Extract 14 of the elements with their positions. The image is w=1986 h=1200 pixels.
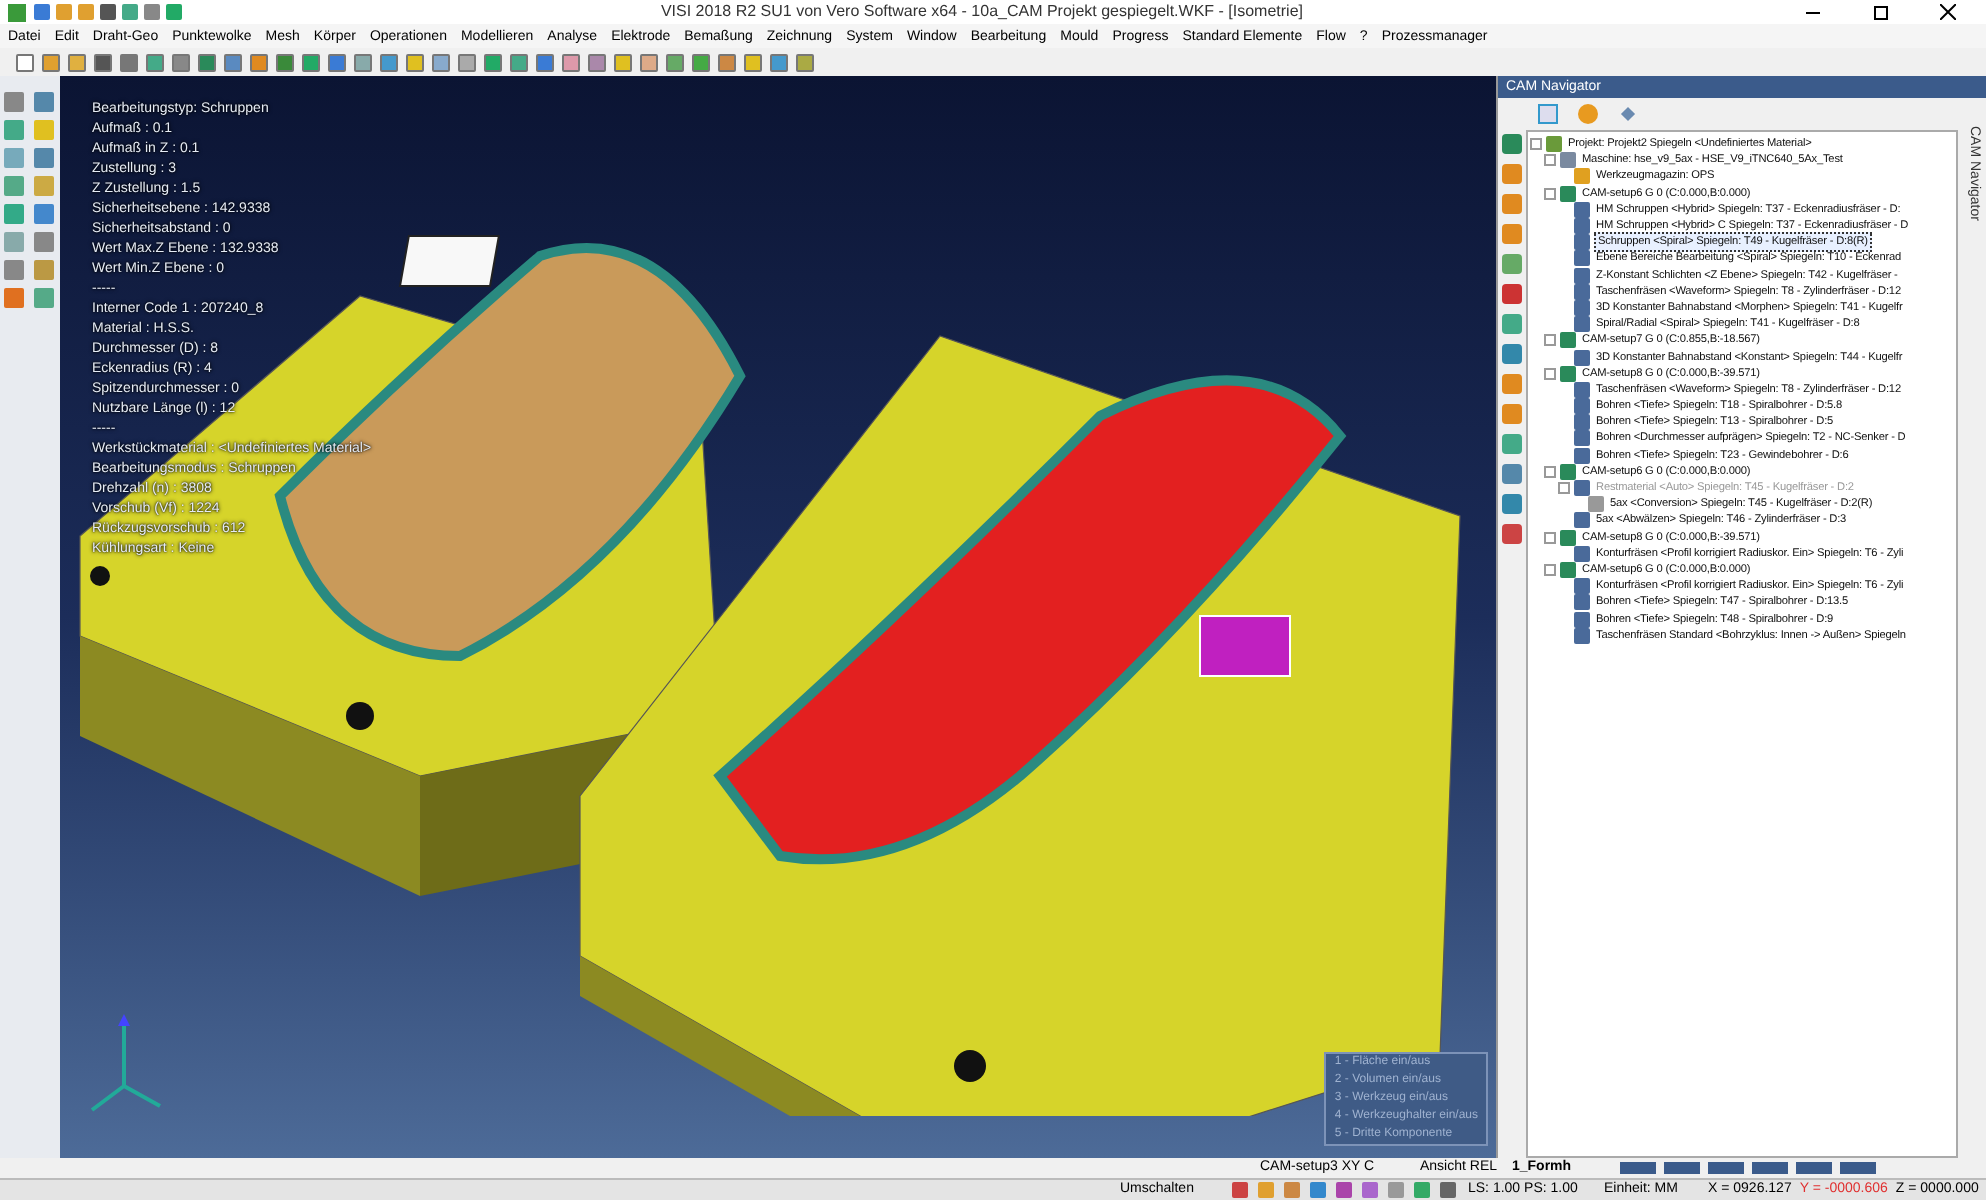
gear-tab-icon[interactable] <box>1578 104 1598 124</box>
expander-icon[interactable] <box>1544 367 1556 380</box>
expander-icon[interactable] <box>1544 154 1556 167</box>
expander-icon[interactable] <box>1544 187 1556 200</box>
cube-tab-icon[interactable] <box>1538 104 1558 124</box>
expander-icon[interactable] <box>1530 138 1542 151</box>
expander-icon[interactable] <box>1544 531 1556 544</box>
app-logo-icon <box>8 3 26 21</box>
expander-icon[interactable] <box>1544 563 1556 576</box>
expander-icon[interactable] <box>1544 334 1556 347</box>
window-title: VISI 2018 R2 SU1 von Vero Software x64 - 10a_CAM Projekt gespiegelt.WKF - [Isometrie] <box>660 4 1304 20</box>
expander-icon[interactable] <box>1544 465 1556 478</box>
close-icon <box>1940 4 1956 20</box>
tool-tab-icon[interactable] <box>1620 106 1636 122</box>
